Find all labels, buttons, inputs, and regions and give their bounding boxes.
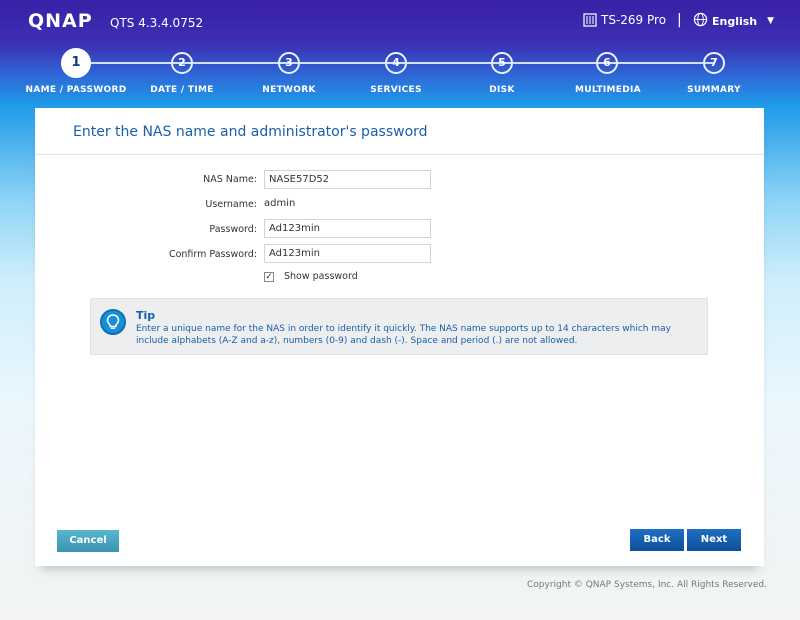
step-6-label: MULTIMEDIA (575, 85, 641, 95)
device-model-label: TS-269 Pro (601, 13, 667, 27)
show-password-label[interactable]: Show password (284, 271, 358, 282)
nas-name-label: NAS Name: (203, 174, 257, 185)
nas-name-input[interactable] (264, 170, 431, 189)
cancel-button[interactable]: Cancel (57, 530, 119, 552)
tip-title: Tip (136, 309, 156, 322)
server-icon (583, 13, 597, 27)
chevron-down-icon: ▼ (767, 16, 775, 26)
step-5-circle: 5 (491, 52, 513, 74)
step-4-circle: 4 (385, 52, 407, 74)
tip-text: Enter a unique name for the NAS in order… (136, 324, 671, 346)
next-button[interactable]: Next (687, 529, 741, 551)
tip-box: Tip Enter a unique name for the NAS in o… (90, 298, 708, 355)
username-value: admin (264, 198, 296, 209)
step-7-label: SUMMARY (687, 85, 741, 95)
step-7-circle: 7 (703, 52, 725, 74)
username-label: Username: (205, 199, 257, 210)
lightbulb-icon (100, 309, 126, 335)
step-6-circle: 6 (596, 52, 618, 74)
step-1-label: NAME / PASSWORD (25, 85, 127, 95)
header-separator: | (677, 12, 682, 28)
step-2-circle: 2 (171, 52, 193, 74)
globe-icon (693, 12, 708, 30)
firmware-version: QTS 4.3.4.0752 (110, 16, 204, 30)
step-1-circle: 1 (61, 48, 91, 78)
step-3-circle: 3 (278, 52, 300, 74)
show-password-checkbox[interactable]: ✓ (264, 272, 274, 282)
password-label: Password: (209, 224, 257, 235)
copyright-footer: Copyright © QNAP Systems, Inc. All Right… (527, 580, 767, 590)
qnap-logo: QNAP (28, 10, 93, 32)
wizard-panel: Enter the NAS name and administrator's p… (35, 108, 764, 566)
language-selector[interactable]: English ▼ (693, 12, 774, 30)
password-input[interactable] (264, 219, 431, 238)
language-label: English (712, 14, 758, 28)
back-button[interactable]: Back (630, 529, 684, 551)
page-title: Enter the NAS name and administrator's p… (73, 124, 428, 140)
step-4-label: SERVICES (370, 85, 422, 95)
step-5-label: DISK (489, 85, 515, 95)
step-2-label: DATE / TIME (150, 85, 214, 95)
confirm-password-label: Confirm Password: (168, 249, 257, 260)
step-3-label: NETWORK (262, 85, 316, 95)
device-model: TS-269 Pro (583, 13, 666, 27)
confirm-password-input[interactable] (264, 244, 431, 263)
title-divider (35, 154, 764, 155)
